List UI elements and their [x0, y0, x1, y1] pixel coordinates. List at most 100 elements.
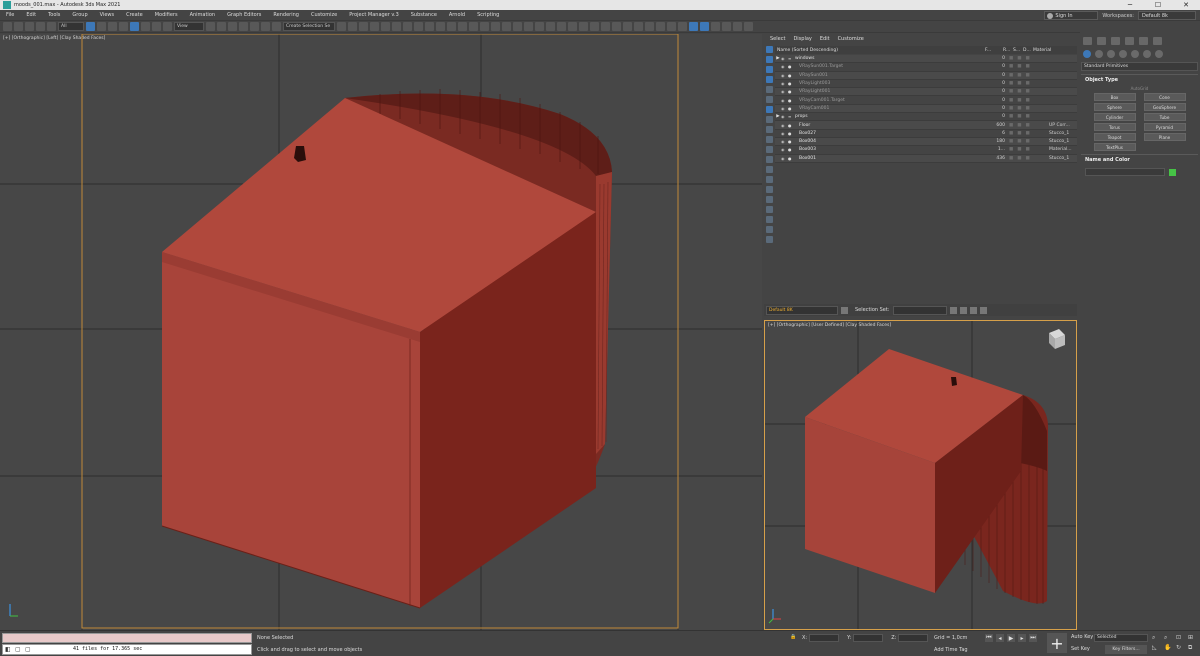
- selection-filter-dropdown[interactable]: All: [58, 22, 84, 31]
- object-name[interactable]: VRayLight001: [795, 89, 985, 94]
- named-selection-dropdown[interactable]: Create Selection Se: [283, 22, 335, 31]
- scene-row[interactable]: ▶ ◉ ≡ windows 0 ■■■: [775, 55, 1077, 64]
- cone-button[interactable]: Cone: [1143, 93, 1186, 101]
- output-icon[interactable]: ▢: [25, 646, 33, 654]
- hierarchy-tab-icon[interactable]: [1111, 37, 1120, 45]
- next-frame-icon[interactable]: ▸: [1018, 634, 1026, 642]
- visibility-eye-icon[interactable]: ◉: [781, 123, 788, 128]
- sort-icon[interactable]: [765, 236, 773, 243]
- vray-scene-converter-icon[interactable]: [590, 22, 599, 31]
- menu-rendering[interactable]: Rendering: [267, 12, 305, 18]
- column-display[interactable]: D...: [1023, 48, 1033, 53]
- textplus-button[interactable]: TextPlus: [1093, 143, 1136, 151]
- vray-decal-icon[interactable]: [579, 22, 588, 31]
- curve-editor-icon[interactable]: [392, 22, 401, 31]
- bind-space-warp-icon[interactable]: [47, 22, 56, 31]
- extra-tool-3-icon[interactable]: [667, 22, 676, 31]
- vray-ipr-icon[interactable]: [623, 22, 632, 31]
- create-tab-icon[interactable]: [1083, 37, 1092, 45]
- object-name[interactable]: Box003: [795, 147, 985, 152]
- vray-teapot-icon[interactable]: [458, 22, 467, 31]
- auto-key-button[interactable]: Auto Key: [1071, 634, 1093, 640]
- redo-icon[interactable]: [14, 22, 23, 31]
- zoom-all-icon[interactable]: ⌕: [1164, 634, 1172, 642]
- maximize-viewport-icon[interactable]: ⧉: [1188, 644, 1196, 652]
- spinner-snap-icon[interactable]: [261, 22, 270, 31]
- property-toggles[interactable]: ■■■: [1009, 123, 1049, 128]
- extra-tool-icon[interactable]: [645, 22, 654, 31]
- scene-row[interactable]: ◉ ● Box003 1... ■■■ Material...: [775, 146, 1077, 155]
- primitive-type-dropdown[interactable]: Standard Primitives: [1081, 62, 1198, 71]
- property-toggles[interactable]: ■■■: [1009, 89, 1049, 94]
- selection-set-add-icon[interactable]: [949, 306, 957, 314]
- window-crossing-icon[interactable]: [119, 22, 128, 31]
- display-helpers-icon[interactable]: [765, 86, 773, 93]
- scene-menu-display[interactable]: Display: [793, 36, 811, 42]
- menu-graph-editors[interactable]: Graph Editors: [221, 12, 267, 18]
- scene-menu-select[interactable]: Select: [770, 36, 785, 42]
- selection-set-remove-icon[interactable]: [969, 306, 977, 314]
- toggle-scene-explorer-icon[interactable]: [359, 22, 368, 31]
- property-toggles[interactable]: ■■■: [1009, 73, 1049, 78]
- orbit-icon[interactable]: ↻: [1176, 644, 1184, 652]
- left-viewport[interactable]: [+] [Orthographic] [Left] [Clay Shaded F…: [0, 34, 762, 630]
- display-space-warps-icon[interactable]: [765, 96, 773, 103]
- display-xrefs-icon[interactable]: [765, 116, 773, 123]
- extra-tool-4-icon[interactable]: [678, 22, 687, 31]
- play-icon[interactable]: ▶: [1007, 634, 1015, 642]
- minimize-button[interactable]: ─: [1116, 0, 1144, 10]
- visibility-eye-icon[interactable]: ◉: [781, 81, 788, 86]
- maximize-button[interactable]: ☐: [1144, 0, 1172, 10]
- extra-tool-5-icon[interactable]: [689, 22, 698, 31]
- selection-set-dropdown[interactable]: [892, 305, 947, 315]
- display-bones-icon[interactable]: [765, 126, 773, 133]
- vray-proxy-icon[interactable]: [524, 22, 533, 31]
- utilities-tab-icon[interactable]: [1153, 37, 1162, 45]
- zoom-extents-icon[interactable]: ⊡: [1176, 634, 1184, 642]
- vray-light-icon[interactable]: [480, 22, 489, 31]
- vray-sun-icon[interactable]: [491, 22, 500, 31]
- scene-menu-edit[interactable]: Edit: [820, 36, 830, 42]
- extra-tool-6-icon[interactable]: [700, 22, 709, 31]
- vray-mtl-icon[interactable]: [601, 22, 610, 31]
- lights-icon[interactable]: [1107, 50, 1115, 58]
- add-key-icon[interactable]: +: [1047, 633, 1067, 653]
- display-cameras-icon[interactable]: [765, 76, 773, 83]
- motion-tab-icon[interactable]: [1125, 37, 1134, 45]
- extra-tool-8-icon[interactable]: [722, 22, 731, 31]
- vray-camera-icon[interactable]: [513, 22, 522, 31]
- sign-in-button[interactable]: Sign In: [1044, 11, 1099, 20]
- render-setup-icon[interactable]: [425, 22, 434, 31]
- snaps-toggle-icon[interactable]: [228, 22, 237, 31]
- extra-tool-2-icon[interactable]: [656, 22, 665, 31]
- reference-coordinate-dropdown[interactable]: View: [174, 22, 204, 31]
- menu-customize[interactable]: Customize: [305, 12, 343, 18]
- previous-frame-icon[interactable]: ◂: [996, 634, 1004, 642]
- visibility-eye-icon[interactable]: ◉: [781, 106, 788, 111]
- selection-set-edit-icon[interactable]: [959, 306, 967, 314]
- property-toggles[interactable]: ■■■: [1009, 147, 1049, 152]
- display-children-icon[interactable]: [765, 196, 773, 203]
- field-of-view-icon[interactable]: ◺: [1152, 644, 1160, 652]
- go-to-start-icon[interactable]: ⏮: [985, 634, 993, 642]
- link-icon[interactable]: [25, 22, 34, 31]
- vray-plane-icon[interactable]: [546, 22, 555, 31]
- key-filters-button[interactable]: Key Filters...: [1105, 645, 1147, 654]
- visibility-eye-icon[interactable]: ◉: [781, 64, 788, 69]
- object-name[interactable]: VRaySun001.Target: [795, 64, 985, 69]
- extra-tool-9-icon[interactable]: [733, 22, 742, 31]
- go-to-end-icon[interactable]: ⏭: [1029, 634, 1037, 642]
- menu-group[interactable]: Group: [66, 12, 93, 18]
- extra-tool-7-icon[interactable]: [711, 22, 720, 31]
- object-name[interactable]: VRayCam001: [795, 106, 985, 111]
- mirror-icon[interactable]: [337, 22, 346, 31]
- maxscript-mini-listener[interactable]: [2, 633, 252, 643]
- current-layer-dropdown[interactable]: Default 8K: [766, 305, 838, 315]
- add-time-tag[interactable]: Add Time Tag: [934, 647, 968, 653]
- visibility-eye-icon[interactable]: ◉: [781, 73, 788, 78]
- scene-row[interactable]: ◉ ● VRaySun001 0 ■■■: [775, 71, 1077, 80]
- unlink-icon[interactable]: [36, 22, 45, 31]
- rectangular-selection-icon[interactable]: [108, 22, 117, 31]
- material-editor-icon[interactable]: [414, 22, 423, 31]
- extra-tool-10-icon[interactable]: [744, 22, 753, 31]
